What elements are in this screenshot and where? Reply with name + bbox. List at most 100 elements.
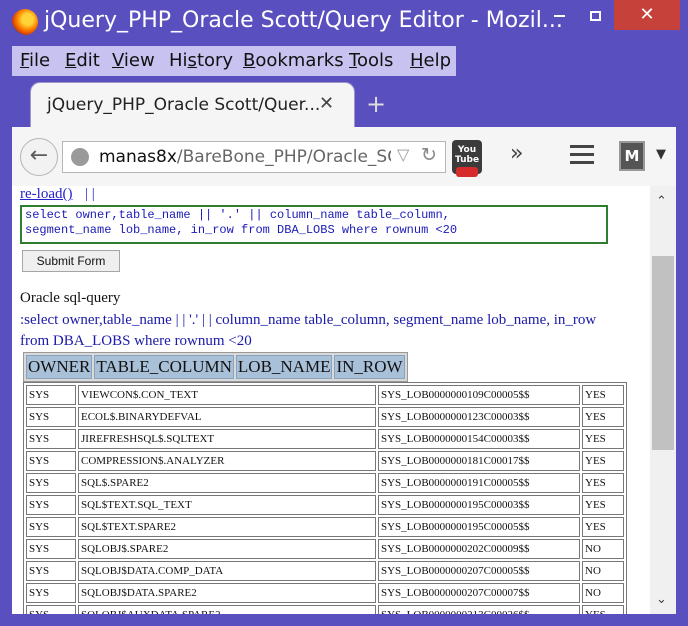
navigation-bar: ← manas8x/BareBone_PHP/Oracle_SC ▽ ↻ You… bbox=[12, 127, 676, 186]
table-cell: SQLOBJ$.SPARE2 bbox=[78, 539, 376, 559]
sql-query-heading: Oracle sql-query bbox=[20, 290, 121, 306]
table-cell: JIREFRESHSQL$.SQLTEXT bbox=[78, 429, 376, 449]
scroll-thumb[interactable] bbox=[652, 256, 674, 450]
table-row: SYS SQL$TEXT.SQL_TEXT SYS_LOB0000000195C00… bbox=[26, 495, 624, 515]
menu-bookmarks[interactable]: Bookmarks bbox=[243, 50, 344, 71]
table-cell: SQLOBJ$AUXDATA.SPARE2 bbox=[78, 605, 376, 614]
url-dropdown-icon[interactable]: ▽ bbox=[397, 145, 409, 164]
hamburger-menu-icon[interactable] bbox=[570, 145, 594, 169]
table-row: SYS COMPRESSION$.ANALYZER SYS_LOB000000018… bbox=[26, 451, 624, 471]
reload-link[interactable]: re-load() bbox=[20, 186, 72, 203]
table-cell: SYS_LOB0000000109C00005$$ bbox=[378, 385, 580, 405]
shield-addon-icon[interactable]: M bbox=[619, 141, 645, 171]
table-cell: NO bbox=[582, 539, 624, 559]
maximize-icon bbox=[589, 10, 601, 21]
table-cell: SYS bbox=[26, 385, 76, 405]
tab-active[interactable]: jQuery_PHP_Oracle Scott/Quer... ✕ bbox=[30, 82, 355, 128]
menu-help[interactable]: Help bbox=[410, 50, 451, 71]
youtube-addon-icon[interactable]: You Tube bbox=[452, 140, 482, 177]
table-cell: SYS bbox=[26, 451, 76, 471]
addon-dropdown-icon[interactable]: ▼ bbox=[656, 147, 666, 162]
scroll-down-icon[interactable]: ⌄ bbox=[656, 592, 667, 607]
maximize-button[interactable] bbox=[577, 0, 613, 30]
vertical-scrollbar[interactable]: ⌃ ⌄ bbox=[650, 186, 676, 614]
table-cell: COMPRESSION$.ANALYZER bbox=[78, 451, 376, 471]
column-header-lob-name: LOB_NAME bbox=[235, 355, 333, 379]
table-row: SYS SQL$TEXT.SPARE2 SYS_LOB0000000195C0000… bbox=[26, 517, 624, 537]
scroll-up-icon[interactable]: ⌃ bbox=[656, 194, 667, 209]
table-cell: YES bbox=[582, 473, 624, 493]
overflow-chevron-icon[interactable]: » bbox=[510, 141, 523, 166]
table-row: SYS SQLOBJ$DATA.COMP_DATA SYS_LOB000000020… bbox=[26, 561, 624, 581]
submit-form-button[interactable]: Submit Form bbox=[22, 250, 120, 272]
table-row: SYS SQL$.SPARE2 SYS_LOB0000000191C00005$$ Y… bbox=[26, 473, 624, 493]
table-row: SYS ECOL$.BINARYDEFVAL SYS_LOB0000000123C0… bbox=[26, 407, 624, 427]
sql-query-echo: :select owner,table_name | | '.' | | col… bbox=[20, 312, 597, 349]
window-title: jQuery_PHP_Oracle Scott/Query Editor - M… bbox=[44, 8, 563, 33]
globe-icon bbox=[71, 148, 89, 166]
table-cell: SYS bbox=[26, 517, 76, 537]
table-cell: SYS bbox=[26, 429, 76, 449]
table-cell: SYS_LOB0000000123C00003$$ bbox=[378, 407, 580, 427]
table-cell: SYS bbox=[26, 473, 76, 493]
menu-history[interactable]: History bbox=[169, 50, 233, 71]
tab-title: jQuery_PHP_Oracle Scott/Quer... bbox=[47, 95, 321, 115]
title-bar: jQuery_PHP_Oracle Scott/Query Editor - M… bbox=[0, 0, 688, 46]
table-cell: YES bbox=[582, 385, 624, 405]
table-row: SYS SQLOBJ$.SPARE2 SYS_LOB0000000202C00009… bbox=[26, 539, 624, 559]
table-row: SYSSQLOBJ$AUXDATA.SPARE2SYS_LOB000000021… bbox=[26, 605, 624, 614]
minimize-icon bbox=[553, 14, 565, 17]
query-textarea[interactable]: select owner,table_name || '.' || column… bbox=[20, 205, 608, 244]
menu-bar: File Edit View History Bookmarks Tools H… bbox=[12, 46, 456, 76]
table-cell: YES bbox=[582, 407, 624, 427]
url-bar[interactable]: manas8x/BareBone_PHP/Oracle_SC ▽ ↻ bbox=[62, 141, 446, 173]
table-cell: SYS_LOB0000000213C00026$$ bbox=[378, 605, 580, 614]
menu-edit[interactable]: Edit bbox=[65, 50, 100, 71]
table-row: SYS JIREFRESHSQL$.SQLTEXT SYS_LOB000000015… bbox=[26, 429, 624, 449]
table-cell: SQLOBJ$DATA.SPARE2 bbox=[78, 583, 376, 603]
table-cell: SQL$TEXT.SPARE2 bbox=[78, 517, 376, 537]
table-cell: SYS_LOB0000000202C00009$$ bbox=[378, 539, 580, 559]
table-cell: SYS_LOB0000000181C00017$$ bbox=[378, 451, 580, 471]
table-cell: SYS_LOB0000000195C00003$$ bbox=[378, 495, 580, 515]
table-cell: NO bbox=[582, 583, 624, 603]
table-cell: YES bbox=[582, 495, 624, 515]
table-cell: SYS_LOB0000000154C00003$$ bbox=[378, 429, 580, 449]
menu-view[interactable]: View bbox=[112, 50, 155, 71]
close-tab-icon[interactable]: ✕ bbox=[319, 93, 334, 114]
table-row: SYS SQLOBJ$DATA.SPARE2 SYS_LOB0000000207C0… bbox=[26, 583, 624, 603]
column-header-in-row: IN_ROW bbox=[334, 355, 405, 379]
table-cell: YES bbox=[582, 451, 624, 471]
close-window-button[interactable]: ✕ bbox=[614, 0, 680, 30]
table-cell: SYS_LOB0000000207C00005$$ bbox=[378, 561, 580, 581]
page-content: re-load() | | select owner,table_name ||… bbox=[12, 186, 650, 614]
menu-file[interactable]: File bbox=[20, 50, 50, 71]
table-cell: SYS bbox=[26, 407, 76, 427]
table-cell: SQL$TEXT.SQL_TEXT bbox=[78, 495, 376, 515]
table-cell: SYS bbox=[26, 605, 76, 614]
result-header: OWNER TABLE_COLUMN LOB_NAME IN_ROW bbox=[23, 352, 408, 382]
table-cell: SYS_LOB0000000195C00005$$ bbox=[378, 517, 580, 537]
table-cell: ECOL$.BINARYDEFVAL bbox=[78, 407, 376, 427]
column-header-table-column: TABLE_COLUMN bbox=[94, 355, 234, 379]
minimize-button[interactable] bbox=[541, 0, 577, 30]
table-cell: SYS bbox=[26, 583, 76, 603]
new-tab-button[interactable]: + bbox=[366, 90, 386, 118]
table-cell: NO bbox=[582, 561, 624, 581]
url-text[interactable]: manas8x/BareBone_PHP/Oracle_SC bbox=[99, 147, 391, 167]
reload-icon[interactable]: ↻ bbox=[421, 144, 437, 166]
result-table: SYS VIEWCON$.CON_TEXT SYS_LOB0000000109C00… bbox=[23, 382, 627, 614]
column-header-owner: OWNER bbox=[26, 355, 93, 379]
table-cell: SQLOBJ$DATA.COMP_DATA bbox=[78, 561, 376, 581]
table-row: SYS VIEWCON$.CON_TEXT SYS_LOB0000000109C00… bbox=[26, 385, 624, 405]
reload-separator: | | bbox=[85, 186, 95, 202]
menu-tools[interactable]: Tools bbox=[349, 50, 393, 71]
table-cell: SYS bbox=[26, 539, 76, 559]
table-cell: SYS bbox=[26, 495, 76, 515]
table-cell: SYS_LOB0000000207C00007$$ bbox=[378, 583, 580, 603]
table-cell: SQL$.SPARE2 bbox=[78, 473, 376, 493]
back-button[interactable]: ← bbox=[20, 138, 58, 176]
table-cell: YES bbox=[582, 605, 624, 614]
table-cell: YES bbox=[582, 429, 624, 449]
firefox-logo-icon bbox=[12, 9, 38, 35]
